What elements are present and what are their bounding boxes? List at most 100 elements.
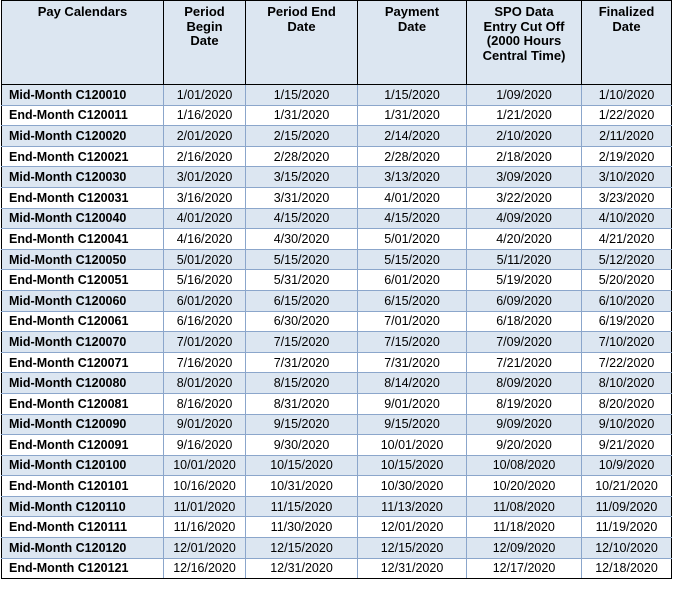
cell-period_end_date: 10/31/2020 xyxy=(245,475,358,497)
cell-spo_cutoff: 9/09/2020 xyxy=(466,413,582,436)
cell-finalized_date: 5/20/2020 xyxy=(581,269,672,291)
cell-spo_cutoff: 5/11/2020 xyxy=(466,248,582,271)
column-header-period_begin_date: Period Begin Date xyxy=(163,0,246,85)
cell-spo_cutoff: 10/20/2020 xyxy=(466,475,582,497)
cell-calendar-name: Mid-Month C120040 xyxy=(1,207,164,230)
table-row[interactable]: Mid-Month C120060 6/01/2020 6/15/2020 6/15/… xyxy=(1,289,672,312)
cell-calendar-name: Mid-Month C120120 xyxy=(1,537,164,559)
cell-payment_date: 3/13/2020 xyxy=(357,166,467,188)
cell-finalized_date: 3/23/2020 xyxy=(581,186,672,209)
table-row[interactable]: End-Month C120011 1/16/2020 1/31/2020 1/31/… xyxy=(1,104,672,127)
cell-period_end_date: 7/15/2020 xyxy=(245,331,358,353)
cell-period_end_date: 3/15/2020 xyxy=(245,166,358,188)
cell-calendar-name: Mid-Month C120050 xyxy=(1,248,164,271)
table-row[interactable]: Mid-Month C120070 7/01/2020 7/15/2020 7/15/… xyxy=(1,331,672,353)
column-header-line: Entry Cut Off xyxy=(483,18,565,34)
cell-payment_date: 10/01/2020 xyxy=(357,434,467,456)
table-row[interactable]: Mid-Month C120050 5/01/2020 5/15/2020 5/15/… xyxy=(1,248,672,271)
cell-spo_cutoff: 12/17/2020 xyxy=(466,557,582,580)
cell-spo_cutoff: 5/19/2020 xyxy=(466,269,582,291)
cell-finalized_date: 5/12/2020 xyxy=(581,248,672,271)
table-row[interactable]: End-Month C120031 3/16/2020 3/31/2020 4/01/… xyxy=(1,186,672,209)
table-row[interactable]: End-Month C120021 2/16/2020 2/28/2020 2/28/… xyxy=(1,145,672,168)
column-header-line: Begin xyxy=(186,18,223,34)
table-row[interactable]: End-Month C120101 10/16/2020 10/31/2020 10/… xyxy=(1,475,672,497)
cell-payment_date: 2/14/2020 xyxy=(357,125,467,147)
cell-period_begin_date: 6/16/2020 xyxy=(163,310,246,333)
cell-spo_cutoff: 3/09/2020 xyxy=(466,166,582,188)
cell-finalized_date: 6/19/2020 xyxy=(581,310,672,333)
cell-calendar-name: End-Month C120101 xyxy=(1,475,164,497)
pay-calendar-table: Pay Calendars Period Begin Date Period End Da… xyxy=(1,0,672,580)
cell-payment_date: 12/31/2020 xyxy=(357,557,467,580)
cell-calendar-name: Mid-Month C120030 xyxy=(1,166,164,188)
cell-payment_date: 6/15/2020 xyxy=(357,289,467,312)
cell-payment_date: 9/01/2020 xyxy=(357,392,467,415)
cell-payment_date: 4/15/2020 xyxy=(357,207,467,230)
table-row[interactable]: End-Month C120091 9/16/2020 9/30/2020 10/01… xyxy=(1,434,672,456)
table-row[interactable]: End-Month C120051 5/16/2020 5/31/2020 6/01/… xyxy=(1,269,672,291)
cell-period_begin_date: 3/01/2020 xyxy=(163,166,246,188)
cell-spo_cutoff: 6/18/2020 xyxy=(466,310,582,333)
cell-finalized_date: 4/21/2020 xyxy=(581,228,672,250)
cell-payment_date: 10/30/2020 xyxy=(357,475,467,497)
cell-finalized_date: 1/22/2020 xyxy=(581,104,672,127)
table-row[interactable]: Mid-Month C120080 8/01/2020 8/15/2020 8/14/… xyxy=(1,372,672,394)
cell-period_begin_date: 2/16/2020 xyxy=(163,145,246,168)
cell-payment_date: 5/15/2020 xyxy=(357,248,467,271)
table-row[interactable]: Mid-Month C120110 11/01/2020 11/15/2020 11/… xyxy=(1,495,672,518)
cell-finalized_date: 9/21/2020 xyxy=(581,434,672,456)
cell-period_begin_date: 11/16/2020 xyxy=(163,516,246,539)
cell-finalized_date: 11/09/2020 xyxy=(581,495,672,518)
cell-payment_date: 12/15/2020 xyxy=(357,537,467,559)
cell-spo_cutoff: 2/10/2020 xyxy=(466,125,582,147)
table-row[interactable]: End-Month C120111 11/16/2020 11/30/2020 12/… xyxy=(1,516,672,539)
cell-calendar-name: Mid-Month C120070 xyxy=(1,331,164,353)
cell-period_end_date: 8/31/2020 xyxy=(245,392,358,415)
cell-payment_date: 1/31/2020 xyxy=(357,104,467,127)
table-row[interactable]: Mid-Month C120090 9/01/2020 9/15/2020 9/15/… xyxy=(1,413,672,436)
cell-spo_cutoff: 8/19/2020 xyxy=(466,392,582,415)
cell-period_begin_date: 8/01/2020 xyxy=(163,372,246,394)
cell-calendar-name: End-Month C120071 xyxy=(1,351,164,374)
column-header-line: Central Time) xyxy=(482,47,566,63)
table-row[interactable]: Mid-Month C120030 3/01/2020 3/15/2020 3/13/… xyxy=(1,166,672,188)
cell-calendar-name: Mid-Month C120080 xyxy=(1,372,164,394)
cell-finalized_date: 7/22/2020 xyxy=(581,351,672,374)
cell-spo_cutoff: 11/18/2020 xyxy=(466,516,582,539)
table-row[interactable]: Mid-Month C120020 2/01/2020 2/15/2020 2/14/… xyxy=(1,125,672,147)
cell-period_end_date: 9/15/2020 xyxy=(245,413,358,436)
cell-period_end_date: 8/15/2020 xyxy=(245,372,358,394)
table-row[interactable]: End-Month C120061 6/16/2020 6/30/2020 7/01/… xyxy=(1,310,672,333)
cell-calendar-name: End-Month C120081 xyxy=(1,392,164,415)
cell-payment_date: 7/15/2020 xyxy=(357,331,467,353)
column-header-line: Period End xyxy=(267,4,336,19)
table-row[interactable]: End-Month C120071 7/16/2020 7/31/2020 7/31/… xyxy=(1,351,672,374)
cell-finalized_date: 2/19/2020 xyxy=(581,145,672,168)
cell-period_end_date: 1/31/2020 xyxy=(245,104,358,127)
table-row[interactable]: Mid-Month C120040 4/01/2020 4/15/2020 4/15/… xyxy=(1,207,672,230)
cell-calendar-name: End-Month C120031 xyxy=(1,186,164,209)
table-row[interactable]: Mid-Month C120120 12/01/2020 12/15/2020 12/… xyxy=(1,537,672,559)
cell-period_begin_date: 7/16/2020 xyxy=(163,351,246,374)
cell-period_end_date: 4/15/2020 xyxy=(245,207,358,230)
table-row[interactable]: End-Month C120081 8/16/2020 8/31/2020 9/01/… xyxy=(1,392,672,415)
table-row[interactable]: End-Month C120121 12/16/2020 12/31/2020 12/… xyxy=(1,557,672,580)
table-row[interactable]: Mid-Month C120100 10/01/2020 10/15/2020 10/… xyxy=(1,454,672,477)
cell-finalized_date: 7/10/2020 xyxy=(581,331,672,353)
cell-payment_date: 8/14/2020 xyxy=(357,372,467,394)
column-header-line: Pay Calendars xyxy=(37,4,128,19)
cell-period_end_date: 6/15/2020 xyxy=(245,289,358,312)
cell-payment_date: 7/01/2020 xyxy=(357,310,467,333)
table-row[interactable]: End-Month C120041 4/16/2020 4/30/2020 5/01/… xyxy=(1,228,672,250)
cell-period_begin_date: 10/16/2020 xyxy=(163,475,246,497)
column-header-finalized_date: Finalized Date xyxy=(581,0,672,85)
table-row[interactable]: Mid-Month C120010 1/01/2020 1/15/2020 1/15/… xyxy=(1,84,672,106)
cell-calendar-name: Mid-Month C120100 xyxy=(1,454,164,477)
cell-spo_cutoff: 12/09/2020 xyxy=(466,537,582,559)
cell-period_end_date: 5/31/2020 xyxy=(245,269,358,291)
cell-period_end_date: 9/30/2020 xyxy=(245,434,358,456)
cell-finalized_date: 8/10/2020 xyxy=(581,372,672,394)
cell-payment_date: 7/31/2020 xyxy=(357,351,467,374)
cell-calendar-name: End-Month C120061 xyxy=(1,310,164,333)
